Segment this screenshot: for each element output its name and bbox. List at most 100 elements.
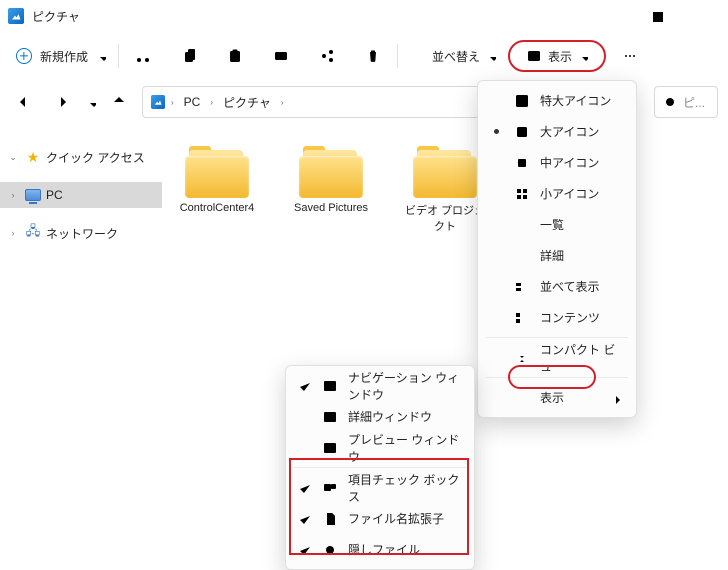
detail-pane-icon [322,409,338,425]
nav-item-pc[interactable]: › PC [0,182,162,208]
more-icon [622,48,638,64]
view-icon [526,48,542,64]
navigation-pane: ⌄ ★ クイック アクセス › PC › 🖧 ネットワーク [0,122,162,562]
chevron-down-icon [578,51,588,61]
window-close[interactable] [680,0,726,32]
chevron-down-icon [96,51,106,61]
separator [397,44,398,68]
window-maximize[interactable] [634,0,680,32]
layout-md-icon [514,155,530,171]
back-icon [15,94,31,110]
toolbar: 新規作成 並べ替え 表示 [0,32,728,80]
search-placeholder: ピ... [683,94,705,111]
separator [118,44,119,68]
menu-item-medium-icons[interactable]: 中アイコン [478,147,636,178]
share-button[interactable] [309,38,345,74]
folder-icon [413,146,477,196]
copy-button[interactable] [171,38,207,74]
nav-pane-icon [322,378,338,394]
cut-icon [135,48,151,64]
chevron-down-icon[interactable] [86,97,96,107]
nav-back[interactable] [6,87,40,117]
new-button[interactable]: 新規作成 [10,38,112,74]
app-pictures-icon [8,8,24,24]
folder-item[interactable]: ビデオ プロジェクト [402,146,488,234]
check-icon [297,543,311,557]
title-bar: ピクチャ [0,0,728,32]
sort-label: 並べ替え [432,48,480,65]
trash-icon [365,48,381,64]
share-icon [319,48,335,64]
menu-item-tiles[interactable]: 並べて表示 [478,271,636,302]
search-box[interactable]: ピ... [654,86,718,118]
folder-item[interactable]: ControlCenter4 [174,146,260,234]
menu-separator [486,337,628,338]
folder-icon [299,146,363,196]
nav-label: クイック アクセス [46,149,145,166]
layout-lg-icon [514,124,530,140]
chevron-right-icon [610,392,622,404]
breadcrumb-seg[interactable]: ピクチャ [219,92,275,113]
preview-pane-icon [322,440,338,456]
pictures-icon [151,95,165,109]
chevron-down-icon[interactable]: ⌄ [6,152,20,163]
submenu-item-hidden-files[interactable]: 隠しファイル [286,534,474,565]
list-icon [514,217,530,233]
submenu-item-preview-pane[interactable]: プレビュー ウィンドウ [286,432,474,463]
menu-item-large-icons[interactable]: 大アイコン [478,116,636,147]
up-icon [111,94,127,110]
layout-xl-icon [514,93,530,109]
folder-item[interactable]: Saved Pictures [288,146,374,234]
folder-icon [185,146,249,196]
details-icon [514,248,530,264]
delete-button[interactable] [355,38,391,74]
nav-label: ネットワーク [46,225,118,242]
forward-icon [55,94,71,110]
view-button[interactable]: 表示 [508,40,606,72]
item-label: ビデオ プロジェクト [402,202,488,234]
submenu-item-check-boxes[interactable]: 項目チェック ボックス [286,472,474,503]
nav-item-network[interactable]: › 🖧 ネットワーク [0,220,162,246]
window-minimize[interactable] [588,0,634,32]
nav-forward[interactable] [46,87,80,117]
view-menu: 特大アイコン 大アイコン 中アイコン 小アイコン 一覧 詳細 並べて表示 コンテ… [477,80,637,418]
menu-separator [294,467,466,468]
submenu-item-nav-pane[interactable]: ナビゲーション ウィンドウ [286,370,474,401]
menu-item-content[interactable]: コンテンツ [478,302,636,333]
compact-icon [514,350,530,366]
item-label: ControlCenter4 [180,202,255,214]
pc-icon [25,189,41,201]
checkbox-icon [322,480,338,496]
menu-item-compact-view[interactable]: コンパクト ビュー [478,342,636,373]
rename-icon [273,48,289,64]
menu-item-small-icons[interactable]: 小アイコン [478,178,636,209]
paste-icon [227,48,243,64]
chevron-right-icon[interactable]: › [6,228,20,238]
new-label: 新規作成 [40,48,88,65]
menu-item-details[interactable]: 詳細 [478,240,636,271]
plus-icon [16,48,32,64]
hidden-icon [322,542,338,558]
show-submenu: ナビゲーション ウィンドウ 詳細ウィンドウ プレビュー ウィンドウ 項目チェック… [285,365,475,570]
chevron-down-icon [486,51,496,61]
check-icon [297,481,311,495]
menu-item-list[interactable]: 一覧 [478,209,636,240]
nav-item-quick-access[interactable]: ⌄ ★ クイック アクセス [0,144,162,170]
item-label: Saved Pictures [294,202,368,214]
breadcrumb-seg[interactable]: PC [180,93,205,111]
cut-button[interactable] [125,38,161,74]
chevron-right-icon[interactable]: › [6,190,20,200]
network-icon: 🖧 [24,224,42,242]
file-ext-icon [322,511,338,527]
paste-button[interactable] [217,38,253,74]
window-title: ピクチャ [32,8,588,25]
sort-button[interactable]: 並べ替え [404,38,502,74]
bullet-icon [488,129,504,134]
submenu-item-file-ext[interactable]: ファイル名拡張子 [286,503,474,534]
menu-item-show-submenu[interactable]: 表示 [478,382,636,413]
nav-up[interactable] [102,87,136,117]
menu-item-extra-large-icons[interactable]: 特大アイコン [478,85,636,116]
submenu-item-detail-pane[interactable]: 詳細ウィンドウ [286,401,474,432]
rename-button[interactable] [263,38,299,74]
more-button[interactable] [612,38,648,74]
